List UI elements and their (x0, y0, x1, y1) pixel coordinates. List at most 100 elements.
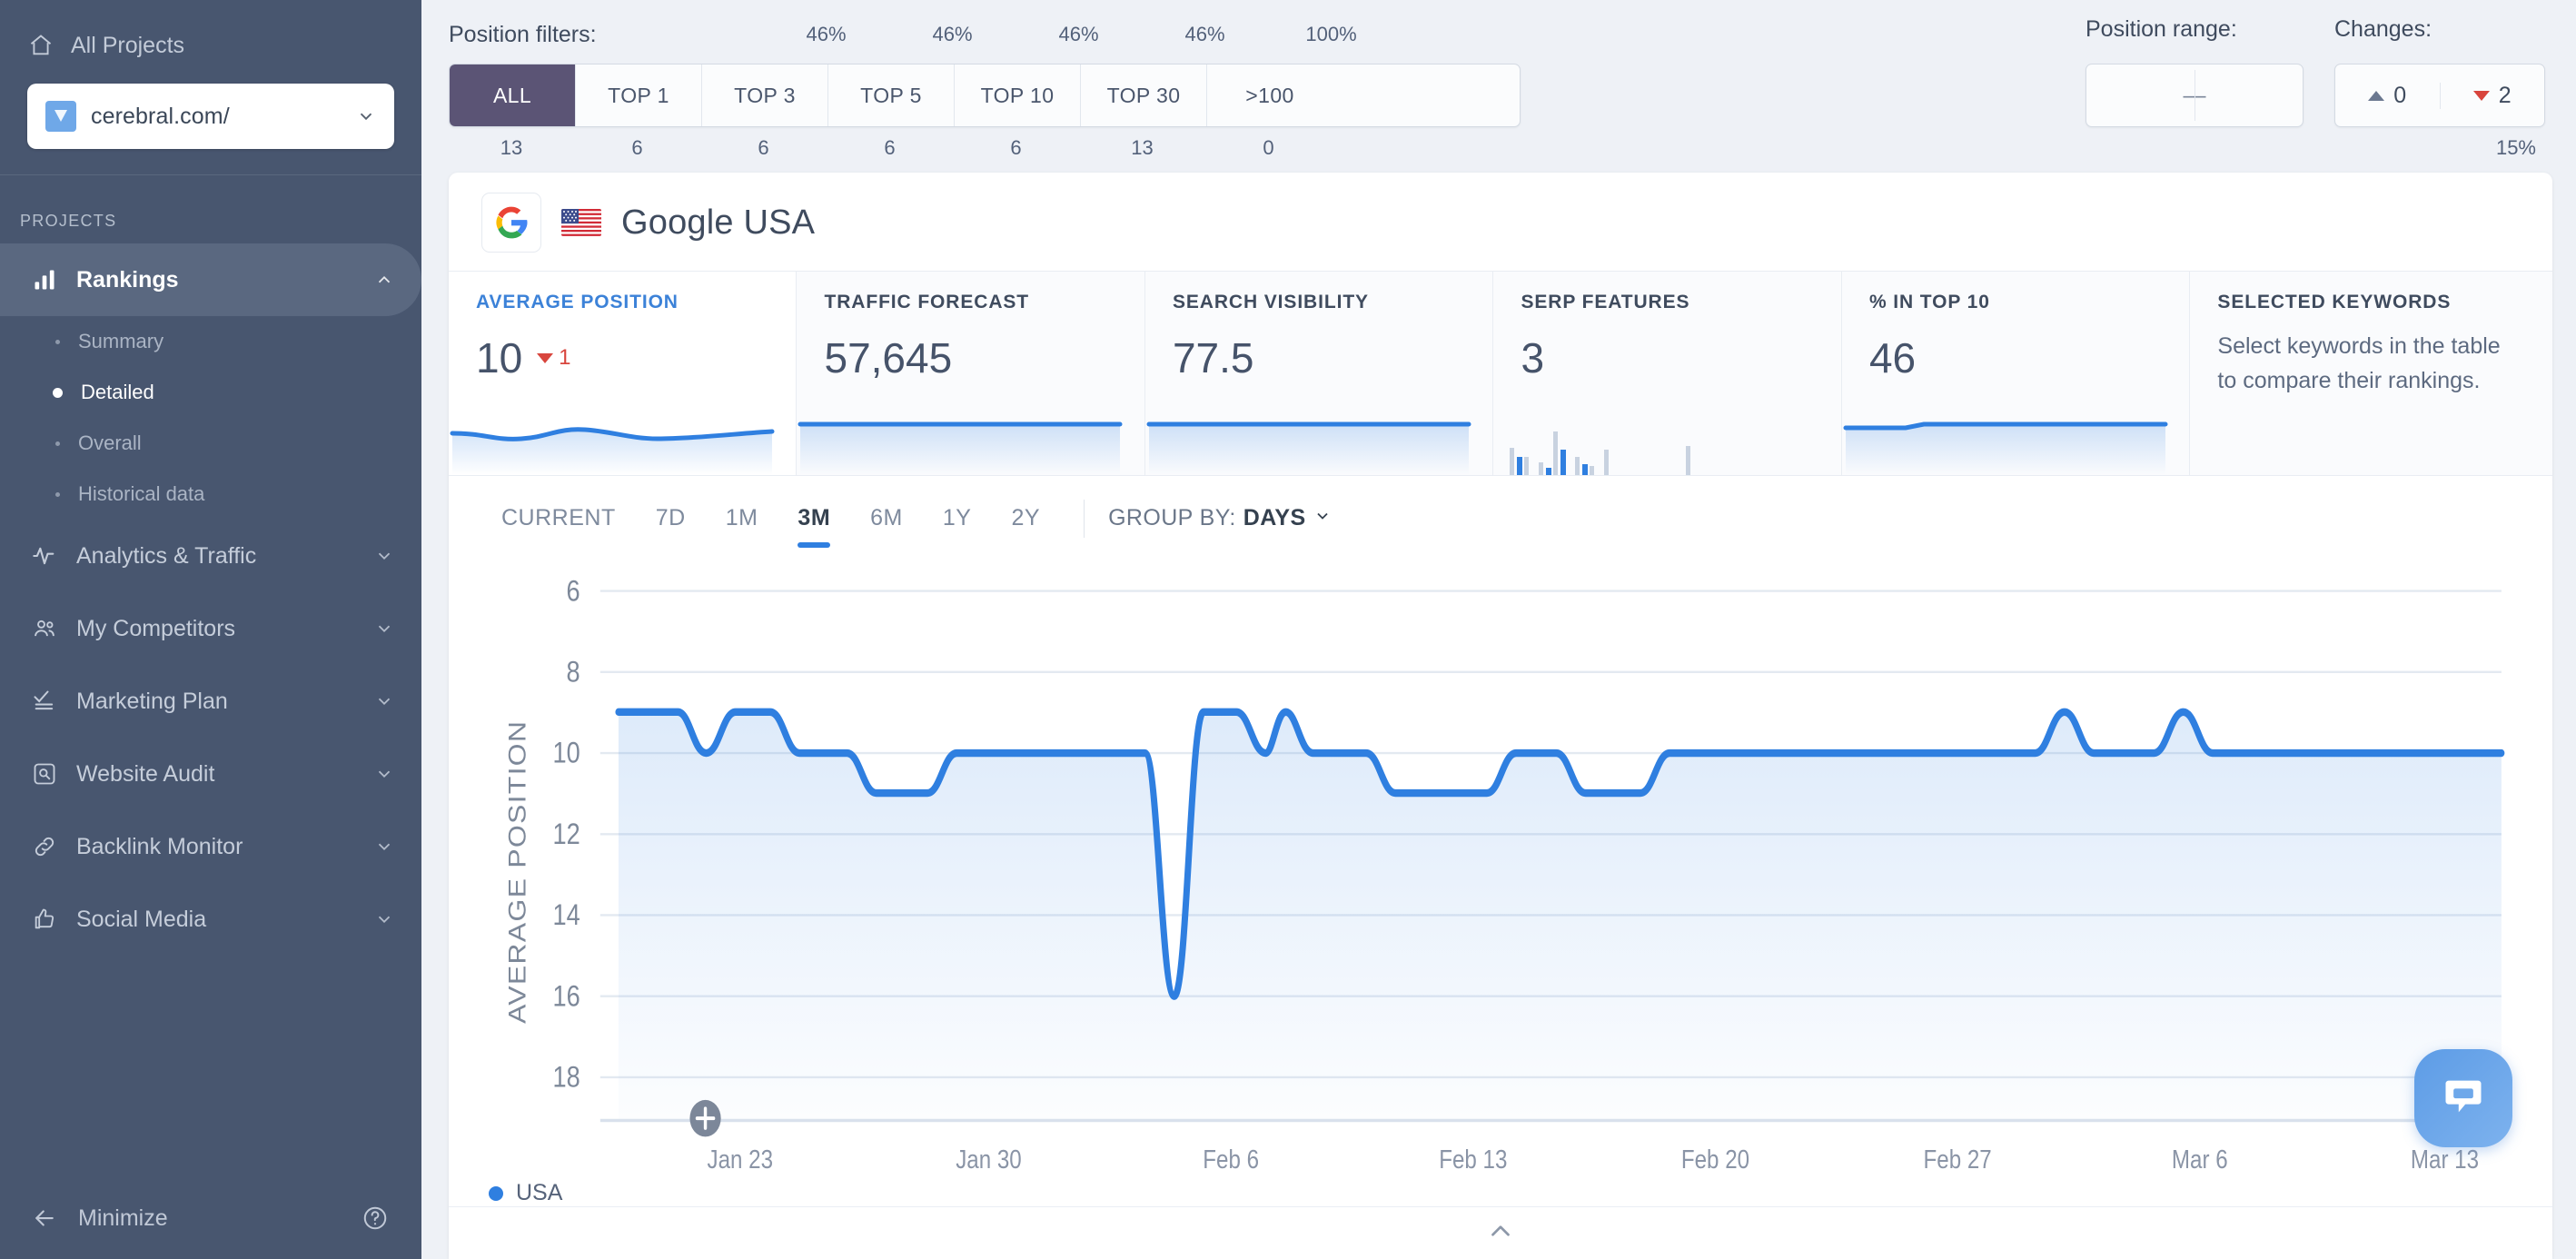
filter-button-over100[interactable]: >100 (1206, 64, 1333, 126)
metric-value-row: 57,645 (824, 333, 1116, 382)
filter-count-top5: 6 (884, 136, 896, 159)
svg-text:14: 14 (552, 899, 580, 932)
sidebar-item-label: Backlink Monitor (76, 833, 243, 859)
search-engine-name: Google USA (621, 203, 816, 242)
chevron-down-icon (374, 764, 394, 784)
sidebar-sub-label: Summary (78, 330, 164, 352)
metric-card-average-position[interactable]: AVERAGE POSITION 10 1 (449, 272, 797, 475)
position-filters-header: Position filters: 46% 46% 46% 46% 100% (449, 16, 1521, 53)
svg-text:Mar 13: Mar 13 (2411, 1145, 2479, 1174)
time-range-tabs: CURRENT 7D 1M 3M 6M 1Y 2Y GROUP BY: DAYS (449, 476, 2552, 548)
group-by-label: GROUP BY: (1108, 505, 1236, 530)
project-selector[interactable]: cerebral.com/ (27, 84, 394, 149)
sidebar-item-rankings[interactable]: Rankings (0, 243, 421, 316)
rankings-chart: 6 8 10 12 14 16 18 AVERAGE POSITION Jan … (449, 548, 2552, 1175)
sidebar-item-marketing-plan[interactable]: Marketing Plan (0, 665, 421, 738)
search-engine-header: Google USA (449, 173, 2552, 271)
metric-value: 3 (1521, 334, 1545, 382)
triangle-down-icon (2472, 90, 2490, 101)
sidebar-item-overall[interactable]: Overall (0, 418, 421, 469)
people-icon (31, 615, 58, 642)
svg-text:16: 16 (552, 980, 580, 1013)
sidebar-item-backlink-monitor[interactable]: Backlink Monitor (0, 810, 421, 883)
filter-button-all[interactable]: ALL (450, 64, 575, 126)
sidebar-item-detailed[interactable]: Detailed (0, 367, 421, 418)
sidebar-section-label: PROJECTS (20, 212, 117, 230)
chevron-down-icon (374, 546, 394, 566)
svg-text:Feb 6: Feb 6 (1203, 1145, 1259, 1174)
tab-2y[interactable]: 2Y (991, 496, 1060, 548)
chat-support-button[interactable] (2414, 1049, 2512, 1147)
svg-text:Jan 30: Jan 30 (956, 1145, 1022, 1174)
sidebar-header: All Projects cerebral.com/ (0, 0, 421, 149)
chart-area (618, 711, 2502, 1121)
tab-1y[interactable]: 1Y (923, 496, 992, 548)
svg-text:10: 10 (552, 738, 580, 770)
chart-y-axis-title: AVERAGE POSITION (504, 720, 531, 1024)
all-projects-link[interactable]: All Projects (27, 20, 394, 71)
metric-value: 10 (476, 334, 523, 382)
site-favicon (45, 101, 76, 132)
position-range-input[interactable]: — (2086, 64, 2304, 127)
filter-count-over100: 0 (1263, 136, 1274, 159)
help-icon[interactable] (362, 1204, 389, 1232)
chevron-up-icon (374, 270, 394, 290)
changes-down-button[interactable]: 2 (2439, 82, 2545, 109)
filter-button-top1[interactable]: TOP 1 (575, 64, 701, 126)
metric-value-row: 10 1 (476, 333, 768, 382)
legend-label[interactable]: USA (516, 1180, 562, 1206)
average-position-line-chart[interactable]: 6 8 10 12 14 16 18 AVERAGE POSITION Jan … (481, 548, 2520, 1175)
svg-text:12: 12 (552, 818, 580, 851)
minimize-label[interactable]: Minimize (78, 1205, 342, 1232)
chart-legend: USA (449, 1175, 2552, 1206)
tab-3m[interactable]: 3M (778, 496, 850, 548)
tab-6m[interactable]: 6M (850, 496, 923, 548)
sidebar-item-my-competitors[interactable]: My Competitors (0, 592, 421, 665)
bullet-icon (55, 491, 60, 497)
filter-button-top30[interactable]: TOP 30 (1080, 64, 1206, 126)
changes-percent: 15% (2495, 136, 2536, 159)
sparkline-serp-features (1510, 431, 1691, 475)
metric-card-serp-features[interactable]: SERP FEATURES 3 (1492, 272, 1841, 475)
filter-button-top5[interactable]: TOP 5 (827, 64, 954, 126)
filter-percent-top10: 46% (1184, 23, 1225, 45)
changes-up-value: 0 (2393, 82, 2407, 108)
group-by-value: DAYS (1243, 505, 1306, 530)
sidebar-item-social-media[interactable]: Social Media (0, 883, 421, 956)
svg-text:8: 8 (567, 656, 580, 689)
sidebar-item-label: Rankings (76, 266, 179, 292)
position-filters-bar: Position filters: 46% 46% 46% 46% 100% A… (421, 0, 2576, 173)
bar-chart-icon (31, 266, 58, 293)
metric-value: 77.5 (1172, 334, 1254, 382)
sidebar-item-website-audit[interactable]: Website Audit (0, 738, 421, 810)
sidebar-item-analytics-traffic[interactable]: Analytics & Traffic (0, 520, 421, 592)
sidebar-item-historical-data[interactable]: Historical data (0, 469, 421, 520)
position-filters-label: Position filters: (449, 21, 597, 47)
metric-card-percent-in-top-10[interactable]: % IN TOP 10 46 (1840, 272, 2190, 475)
metric-card-search-visibility[interactable]: SEARCH VISIBILITY 77.5 (1144, 272, 1493, 475)
metric-label: SERP FEATURES (1521, 292, 1690, 312)
usa-flag-icon (561, 209, 601, 236)
arrow-left-icon[interactable] (31, 1204, 58, 1232)
changes-label: Changes: (2334, 16, 2432, 42)
position-filters-group: Position filters: 46% 46% 46% 46% 100% A… (449, 16, 1521, 160)
tab-1m[interactable]: 1M (706, 496, 778, 548)
sidebar-item-summary[interactable]: Summary (0, 316, 421, 367)
metric-description: Select keywords in the table to compare … (2217, 333, 2501, 393)
filter-button-top10[interactable]: TOP 10 (954, 64, 1080, 126)
tab-7d[interactable]: 7D (636, 496, 706, 548)
sparkline-search-visibility (1146, 421, 1471, 475)
changes-up-button[interactable]: 0 (2335, 83, 2440, 109)
filter-button-top3[interactable]: TOP 3 (701, 64, 827, 126)
add-annotation-button[interactable] (689, 1099, 721, 1137)
sidebar: All Projects cerebral.com/ PROJECTS Rank… (0, 0, 421, 1259)
changes-control: 0 2 (2334, 64, 2545, 127)
rankings-panel: Google USA AVERAGE POSITION 10 1 TRAFFIC… (449, 173, 2552, 1259)
tab-current[interactable]: CURRENT (481, 496, 636, 548)
sparkline-average-position (450, 427, 775, 475)
collapse-panel-button[interactable] (449, 1206, 2552, 1259)
group-by-dropdown[interactable]: GROUP BY: DAYS (1108, 505, 1331, 539)
filter-count-all: 13 (500, 136, 523, 159)
chart-y-ticks: 6 8 10 12 14 16 18 (552, 575, 580, 1094)
metric-card-traffic-forecast[interactable]: TRAFFIC FORECAST 57,645 (796, 272, 1144, 475)
